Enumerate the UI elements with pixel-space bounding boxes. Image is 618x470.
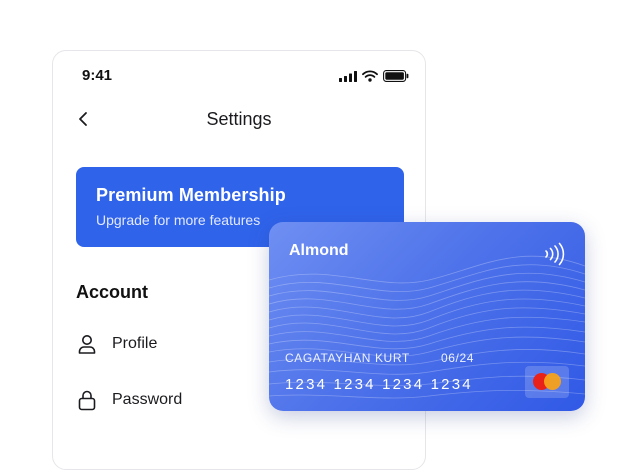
contactless-icon [545,242,565,266]
user-icon [78,335,96,354]
menu-item-label: Password [112,391,183,408]
page-title: Settings [206,109,272,129]
battery-icon [383,70,409,82]
status-icons [339,70,409,82]
menu-item-profile[interactable]: Profile [76,333,157,355]
lock-icon [78,390,96,411]
mastercard-orange-circle [544,373,561,390]
menu-item-password[interactable]: Password [76,389,182,411]
wifi-icon [362,70,378,82]
card-holder-name: CAGATAYHAN KURT [285,351,410,365]
card-expiry: 06/24 [441,351,475,365]
status-time: 9:41 [82,67,113,84]
premium-title: Premium Membership [96,185,286,205]
menu-item-label: Profile [112,335,158,352]
card-name: Almond [289,242,349,259]
card-number: 1234 1234 1234 1234 [285,376,473,393]
mastercard-icon [525,366,569,398]
credit-card[interactable]: Almond CAGATAYHAN KURT 06/24 1234 1234 1… [269,222,585,411]
account-heading: Account [76,282,148,302]
signal-icon [339,70,357,82]
